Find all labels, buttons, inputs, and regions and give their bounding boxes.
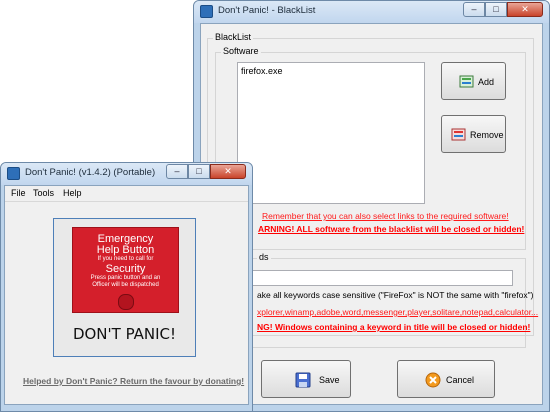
main-titlebar[interactable]: Don't Panic! (v1.4.2) (Portable) ‒ □ ✕ (1, 163, 252, 185)
panic-caption: DON'T PANIC! (72, 325, 177, 343)
main-client-area: File Tools Help Emergency Help Button If… (4, 185, 249, 405)
app-icon (200, 5, 213, 18)
blacklist-titlebar[interactable]: Don't Panic! - BlackList ‒ □ ✕ (194, 1, 549, 23)
keywords-input[interactable] (251, 270, 513, 286)
menu-help[interactable]: Help (63, 188, 82, 198)
remove-label: Remove (470, 130, 504, 140)
remove-button[interactable]: Remove (441, 115, 506, 153)
add-label: Add (478, 77, 495, 87)
maximize-button[interactable]: □ (188, 164, 210, 179)
main-window: Don't Panic! (v1.4.2) (Portable) ‒ □ ✕ F… (0, 162, 253, 412)
keywords-warning: NG! Windows containing a keyword in titl… (257, 322, 531, 332)
add-button[interactable]: Add (441, 62, 506, 100)
keyword-examples-link[interactable]: xplorer,winamp,adobe,word,messenger,play… (257, 307, 538, 317)
list-item[interactable]: firefox.exe (241, 66, 283, 76)
panic-knob-icon (118, 294, 134, 310)
sign-line6: Officer will be dispatched (92, 282, 159, 288)
window-caption-buttons: ‒ □ ✕ (463, 2, 543, 18)
cancel-button[interactable]: Cancel (397, 360, 495, 398)
save-icon (295, 372, 311, 388)
remove-icon (451, 128, 466, 141)
emergency-sign: Emergency Help Button If you need to cal… (72, 227, 179, 313)
software-group-label: Software (221, 46, 261, 56)
sign-line2: Help Button (96, 244, 155, 256)
menu-tools[interactable]: Tools (33, 188, 54, 198)
software-warning: ARNING! ALL software from the blacklist … (258, 224, 525, 234)
add-icon (459, 75, 474, 88)
sign-line4: Security (105, 263, 146, 275)
app-icon (7, 167, 20, 180)
sign-line5: Press panic button and an (90, 275, 161, 281)
panic-button[interactable]: Emergency Help Button If you need to cal… (53, 218, 196, 357)
close-button[interactable]: ✕ (210, 164, 246, 179)
cancel-label: Cancel (446, 375, 475, 385)
menu-file[interactable]: File (11, 188, 26, 198)
main-window-title: Don't Panic! (v1.4.2) (Portable) (25, 167, 156, 178)
sign-line3: If you need to call for (97, 256, 154, 262)
minimize-button[interactable]: ‒ (463, 2, 485, 17)
menu-bar: File Tools Help (5, 186, 248, 202)
software-list[interactable]: firefox.exe (237, 62, 425, 204)
maximize-button[interactable]: □ (485, 2, 507, 17)
cancel-icon (425, 372, 441, 388)
select-links-hint[interactable]: Remember that you can also select links … (262, 211, 509, 221)
save-label: Save (319, 375, 340, 385)
blacklist-window-title: Don't Panic! - BlackList (218, 5, 316, 16)
close-button[interactable]: ✕ (507, 2, 543, 17)
window-caption-buttons: ‒ □ ✕ (166, 164, 246, 180)
keywords-group-label: ds (257, 252, 271, 262)
blacklist-group-label: BlackList (213, 32, 254, 42)
case-sensitive-label[interactable]: ake all keywords case sensitive ("FireFo… (257, 290, 533, 300)
minimize-button[interactable]: ‒ (166, 164, 188, 179)
donate-link[interactable]: Helped by Don't Panic? Return the favour… (23, 376, 244, 386)
save-button[interactable]: Save (261, 360, 351, 398)
